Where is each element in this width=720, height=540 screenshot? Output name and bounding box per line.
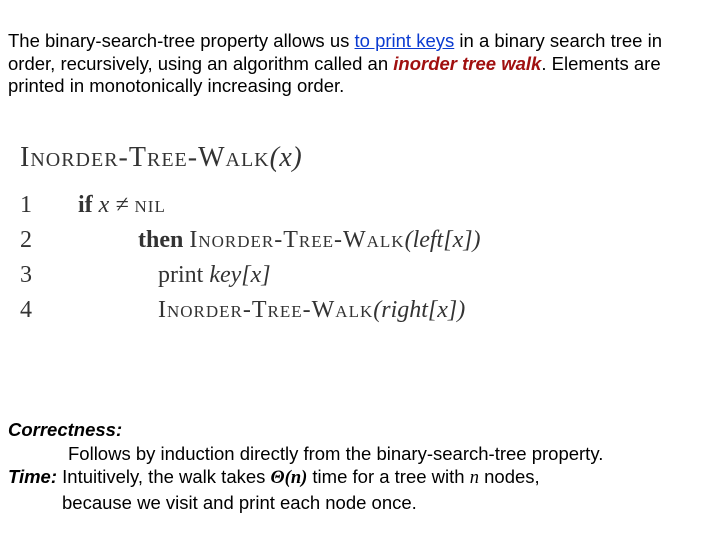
print-keyword: print <box>158 262 209 288</box>
analysis-block: Correctness: Follows by induction direct… <box>8 418 712 515</box>
call-arg: (right[x]) <box>373 297 465 323</box>
keyword-if: if <box>78 192 99 218</box>
algo-title: Inorder-Tree-Walk(x) <box>20 142 700 174</box>
time-line-1: Time: Intuitively, the walk takes Θ(n) t… <box>8 465 712 491</box>
correctness-body: Follows by induction directly from the b… <box>8 442 712 466</box>
print-keys-link[interactable]: to print keys <box>355 30 455 51</box>
theta-n: Θ(n) <box>271 468 308 488</box>
algo-line: 2 then Inorder-Tree-Walk(left[x]) <box>20 223 481 258</box>
intro-paragraph: The binary-search-tree property allows u… <box>8 30 712 98</box>
line-code: Inorder-Tree-Walk(right[x]) <box>52 293 481 328</box>
time-text-post: nodes, <box>479 466 540 487</box>
time-text-pre: Intuitively, the walk takes <box>57 466 271 487</box>
pseudocode-block: Inorder-Tree-Walk(x) 1 if x ≠ nil 2 then… <box>20 142 700 328</box>
call-name: Inorder-Tree-Walk <box>158 297 373 323</box>
correctness-label: Correctness: <box>8 419 122 440</box>
intro-text-1: The binary-search-tree property allows u… <box>8 30 355 51</box>
key-expr: key[x] <box>209 262 270 288</box>
line-number: 1 <box>20 188 52 223</box>
n-var: n <box>470 468 479 488</box>
algo-line: 4 Inorder-Tree-Walk(right[x]) <box>20 293 481 328</box>
line-number: 3 <box>20 258 52 293</box>
inorder-tree-walk-term: inorder tree walk <box>393 53 541 74</box>
keyword-then: then <box>138 227 189 253</box>
line-code: if x ≠ nil <box>52 188 481 223</box>
correctness-line: Correctness: <box>8 418 712 442</box>
expr: x ≠ <box>99 192 135 218</box>
line-code: then Inorder-Tree-Walk(left[x]) <box>52 223 481 258</box>
algo-line: 3 print key[x] <box>20 258 481 293</box>
line-number: 4 <box>20 293 52 328</box>
algo-arg: (x) <box>270 142 303 173</box>
line-number: 2 <box>20 223 52 258</box>
slide: The binary-search-tree property allows u… <box>0 0 720 540</box>
call-name: Inorder-Tree-Walk <box>189 227 404 253</box>
call-arg: (left[x]) <box>405 227 481 253</box>
nil-literal: nil <box>135 192 166 218</box>
time-label: Time: <box>8 466 57 487</box>
line-code: print key[x] <box>52 258 481 293</box>
algo-line: 1 if x ≠ nil <box>20 188 481 223</box>
algo-name: Inorder-Tree-Walk <box>20 142 270 173</box>
time-text-mid: time for a tree with <box>307 466 469 487</box>
algo-lines: 1 if x ≠ nil 2 then Inorder-Tree-Walk(le… <box>20 188 481 328</box>
time-line-2: because we visit and print each node onc… <box>8 491 712 515</box>
